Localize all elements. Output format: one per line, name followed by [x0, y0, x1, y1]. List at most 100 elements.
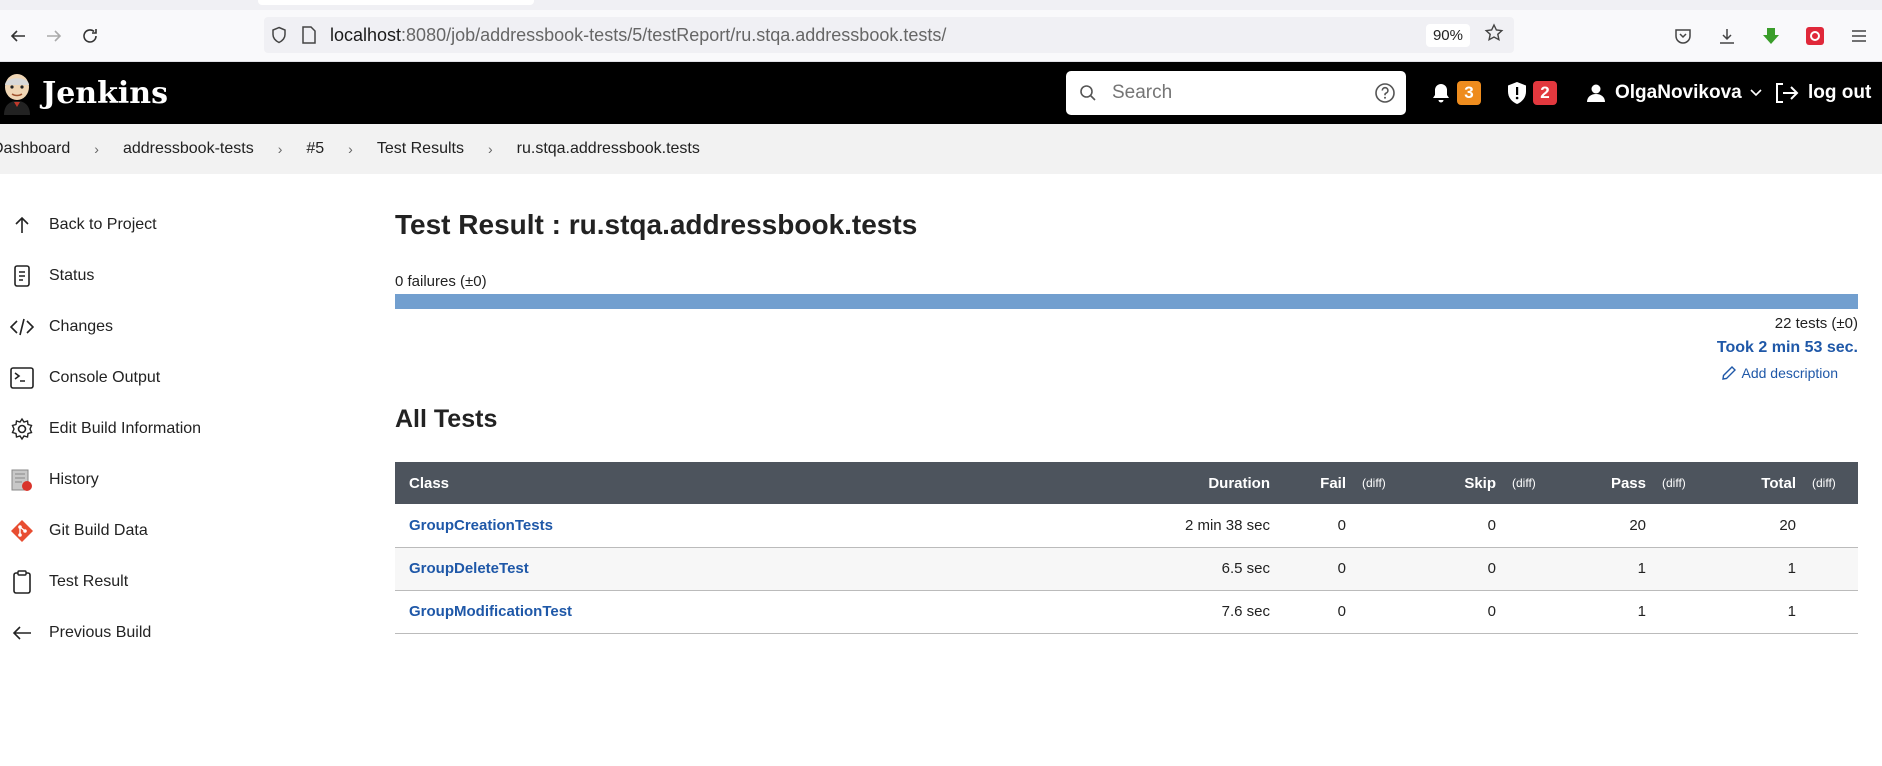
reload-icon[interactable] — [72, 18, 108, 54]
class-link[interactable]: GroupCreationTests — [409, 517, 553, 534]
total-cell: 20 — [1779, 516, 1796, 534]
sidebar-item-history[interactable]: History — [0, 454, 360, 505]
sidebar-item-back-to-project[interactable]: Back to Project — [0, 199, 360, 250]
terminal-icon — [10, 366, 34, 390]
chevron-right-icon: › — [348, 141, 353, 157]
sidebar-item-label: Status — [49, 266, 95, 284]
total-cell: 1 — [1787, 603, 1796, 620]
table-row: GroupDeleteTest 6.5 sec 0 0 1 1 — [395, 547, 1858, 590]
notifications-button[interactable]: 3 — [1430, 62, 1481, 124]
table-header-row: Class Duration Fail (diff) Skip (diff) P… — [395, 462, 1858, 504]
shield-icon[interactable] — [264, 26, 294, 44]
class-link[interactable]: GroupDeleteTest — [409, 560, 529, 577]
sidebar-item-console-output[interactable]: Console Output — [0, 352, 360, 403]
column-header-pass[interactable]: Pass — [1578, 462, 1654, 504]
download-icon[interactable] — [1714, 27, 1740, 45]
search-input[interactable] — [1110, 81, 1364, 105]
column-header-skip[interactable]: Skip — [1428, 462, 1504, 504]
column-header-fail-diff[interactable]: (diff) — [1354, 462, 1428, 504]
extension-download-icon[interactable] — [1758, 26, 1784, 46]
fail-cell: 0 — [1337, 516, 1346, 534]
pocket-icon[interactable] — [1670, 27, 1696, 45]
chevron-right-icon: › — [487, 141, 493, 157]
fail-diff-cell — [1354, 590, 1428, 633]
sidebar-item-status[interactable]: Status — [0, 250, 360, 301]
browser-navbar: localhost:8080/job/addressbook-tests/5/t… — [0, 10, 1882, 62]
zoom-level-badge[interactable]: 90% — [1425, 23, 1470, 47]
duration-cell: 6.5 sec — [1221, 560, 1270, 577]
pencil-icon — [1722, 366, 1737, 380]
sidebar-item-label: Git Build Data — [49, 521, 148, 539]
page-icon[interactable] — [294, 26, 324, 44]
page-title: Test Result : ru.stqa.addressbook.tests — [395, 209, 918, 240]
chevron-right-icon: › — [277, 141, 283, 157]
class-cell: GroupDeleteTest — [395, 547, 1122, 590]
total-diff-cell — [1804, 590, 1858, 633]
url-host: localhost — [330, 24, 402, 45]
column-header-skip-diff[interactable]: (diff) — [1504, 462, 1578, 504]
security-alerts-button[interactable]: 2 — [1506, 62, 1557, 124]
skip-diff-cell — [1504, 547, 1578, 590]
sidebar: Back to Project Status Changes Console O… — [0, 199, 360, 658]
url-text[interactable]: localhost:8080/job/addressbook-tests/5/t… — [330, 25, 1426, 46]
breadcrumb-dashboard[interactable]: Dashboard — [0, 140, 70, 158]
total-cell: 1 — [1787, 560, 1796, 577]
logout-label: log out — [1808, 82, 1872, 103]
pass-diff-cell — [1654, 547, 1728, 590]
sidebar-item-edit-build-information[interactable]: Edit Build Information — [0, 403, 360, 454]
column-header-duration[interactable]: Duration — [1122, 462, 1278, 504]
bell-icon — [1433, 84, 1449, 103]
column-header-pass-diff[interactable]: (diff) — [1654, 462, 1728, 504]
logout-icon — [1776, 83, 1799, 103]
add-description-link[interactable]: Add description — [395, 365, 1838, 381]
duration-link[interactable]: Took 2 min 53 sec. — [395, 339, 1858, 357]
jenkins-logo-link[interactable]: Jenkins — [0, 71, 168, 115]
class-link[interactable]: GroupModificationTest — [409, 603, 572, 620]
sidebar-item-test-result[interactable]: Test Result — [0, 556, 360, 607]
total-diff-cell — [1804, 504, 1858, 547]
back-arrow-icon[interactable] — [0, 18, 36, 54]
test-results-table: Class Duration Fail (diff) Skip (diff) P… — [395, 462, 1858, 634]
chevron-down-icon — [1750, 89, 1762, 97]
bookmark-star-icon[interactable] — [1484, 22, 1504, 48]
column-header-class[interactable]: Class — [395, 462, 1122, 504]
history-icon — [10, 468, 34, 492]
column-header-total-diff[interactable]: (diff) — [1804, 462, 1858, 504]
menu-icon[interactable] — [1846, 27, 1872, 45]
breadcrumb-build[interactable]: #5 — [306, 140, 324, 158]
pass-cell: 1 — [1637, 603, 1646, 620]
help-icon[interactable] — [1364, 82, 1406, 104]
table-row: GroupCreationTests 2 min 38 sec 0 0 20 2… — [395, 504, 1858, 547]
breadcrumb-package[interactable]: ru.stqa.addressbook.tests — [517, 140, 700, 158]
sidebar-item-label: Previous Build — [49, 623, 152, 641]
active-tab[interactable] — [258, 0, 534, 5]
url-bar[interactable]: localhost:8080/job/addressbook-tests/5/t… — [264, 17, 1514, 53]
security-count-badge: 2 — [1533, 81, 1557, 105]
search-box — [1066, 71, 1406, 115]
jenkins-header: Jenkins 3 2 OlgaNovikova log out — [0, 62, 1882, 124]
logout-button[interactable]: log out — [1774, 62, 1871, 124]
sidebar-item-changes[interactable]: Changes — [0, 301, 360, 352]
skip-cell: 0 — [1487, 603, 1496, 620]
sidebar-item-label: Console Output — [49, 368, 161, 386]
breadcrumb-project[interactable]: addressbook-tests — [123, 140, 254, 158]
notifications-count-badge: 3 — [1457, 81, 1481, 105]
breadcrumb: Dashboard › addressbook-tests › #5 › Tes… — [0, 124, 1882, 174]
column-header-total[interactable]: Total — [1728, 462, 1804, 504]
table-row: GroupModificationTest 7.6 sec 0 0 1 1 — [395, 590, 1858, 633]
total-diff-cell — [1804, 547, 1858, 590]
jenkins-brand-text: Jenkins — [42, 75, 168, 111]
sidebar-item-label: Edit Build Information — [49, 419, 202, 437]
sidebar-item-git-build-data[interactable]: Git Build Data — [0, 505, 360, 556]
forward-arrow-icon[interactable] — [36, 18, 72, 54]
failures-summary: 0 failures (±0) — [395, 273, 487, 290]
pass-diff-cell — [1654, 504, 1728, 547]
skip-cell: 0 — [1487, 560, 1496, 577]
sidebar-item-previous-build[interactable]: Previous Build — [0, 607, 360, 658]
user-menu[interactable]: OlgaNovikova — [1586, 62, 1762, 124]
skip-diff-cell — [1504, 504, 1578, 547]
extension-red-icon[interactable] — [1802, 26, 1828, 46]
breadcrumb-test-results[interactable]: Test Results — [377, 140, 464, 158]
column-header-fail[interactable]: Fail — [1278, 462, 1354, 504]
gear-icon — [10, 417, 34, 441]
